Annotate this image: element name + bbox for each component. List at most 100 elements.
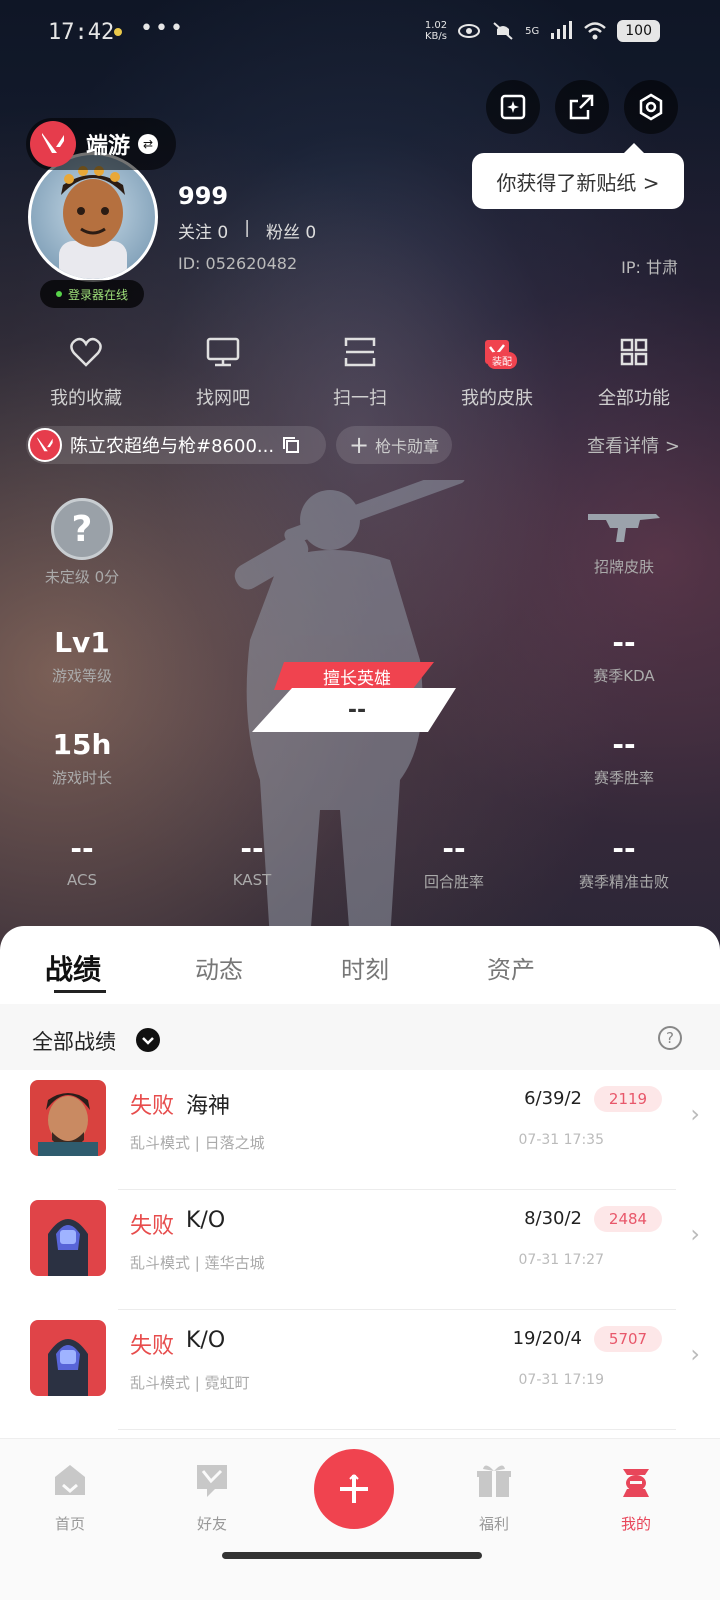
precision-kills-value: --: [612, 832, 636, 865]
battery-indicator: 100: [617, 20, 660, 42]
sticker-button[interactable]: [486, 80, 540, 134]
best-hero-banner[interactable]: 擅长英雄 --: [252, 660, 462, 734]
share-button[interactable]: [555, 80, 609, 134]
follow-divider: |: [244, 218, 250, 238]
match-row[interactable]: 失败 海神 乱斗模式 | 日落之城 6/39/2 2119 07-31 17:3…: [0, 1070, 720, 1190]
nav-friends[interactable]: 好友: [172, 1461, 252, 1534]
home-icon: [55, 1465, 85, 1495]
nav-label: 福利: [478, 1515, 509, 1533]
round-winrate-label: 回合胜率: [423, 873, 484, 891]
quick-menu-label: 我的皮肤: [461, 388, 533, 409]
match-mode-map: 乱斗模式 | 莲华古城: [130, 1254, 265, 1272]
tab-moments[interactable]: 时刻: [292, 926, 438, 1004]
tab-activity[interactable]: 动态: [146, 926, 292, 1004]
agent-thumbnail: [30, 1080, 106, 1156]
signal-icon: [551, 21, 573, 39]
game-name: 端游: [86, 134, 131, 159]
equip-badge: 装配: [487, 352, 517, 369]
gift-icon: [477, 1465, 511, 1497]
match-time: 07-31 17:27: [518, 1252, 604, 1268]
player-title-pill[interactable]: 陈立农超绝与枪#8600...: [26, 426, 326, 464]
precision-kills-stat: -- 赛季精准击败: [554, 832, 694, 892]
swap-icon: ⇄: [138, 134, 159, 154]
following-count[interactable]: 关注 0: [178, 218, 228, 243]
match-agent: K/O: [186, 1328, 226, 1353]
rank-label: 未定级 0分: [44, 568, 120, 586]
acs-value: --: [70, 832, 94, 865]
best-hero-value: --: [347, 698, 367, 723]
quick-menu-label: 找网吧: [196, 388, 250, 409]
match-row[interactable]: 失败 K/O 乱斗模式 | 霓虹町 19/20/4 5707 07-31 17:…: [0, 1310, 720, 1430]
status-icons: 1.02 KB/s 5G 100: [425, 20, 660, 42]
play-time-label: 游戏时长: [51, 769, 112, 787]
quick-menu-all-functions[interactable]: 全部功能: [568, 332, 700, 410]
season-winrate-value: --: [612, 728, 636, 761]
match-row[interactable]: 失败 K/O 乱斗模式 | 莲华古城 8/30/2 2484 07-31 17:…: [0, 1190, 720, 1310]
copy-icon[interactable]: [282, 436, 300, 454]
match-result: 失败: [130, 1214, 175, 1239]
match-score-badge: 5707: [594, 1326, 662, 1352]
user-id: ID: 052620482: [178, 254, 298, 273]
view-details-link[interactable]: 查看详情 >: [587, 432, 680, 458]
chevron-right-icon: ›: [690, 1100, 700, 1128]
match-mode-map: 乱斗模式 | 霓虹町: [130, 1374, 250, 1392]
valorant-logo-icon: [28, 428, 62, 462]
match-mode-map: 乱斗模式 | 日落之城: [130, 1134, 265, 1152]
ip-location: IP: 甘肃: [621, 258, 678, 277]
quick-menu-favorites[interactable]: 我的收藏: [20, 332, 152, 410]
valorant-logo-icon: [30, 121, 76, 167]
match-time: 07-31 17:19: [518, 1372, 604, 1388]
nav-label: 首页: [54, 1515, 85, 1533]
mute-icon: [493, 22, 513, 40]
quick-menu-internet-cafe[interactable]: 找网吧: [157, 332, 289, 410]
avatar-image: [59, 166, 127, 279]
nav-home[interactable]: 首页: [30, 1461, 110, 1534]
help-icon[interactable]: ?: [658, 1026, 682, 1050]
create-button[interactable]: [314, 1449, 394, 1529]
settings-button[interactable]: [624, 80, 678, 134]
chevron-right-icon: >: [664, 436, 680, 457]
grid-icon: [614, 332, 654, 372]
chevron-down-icon[interactable]: [136, 1028, 160, 1052]
match-result: 失败: [130, 1094, 175, 1119]
quick-menu: 我的收藏 找网吧 扫一扫 装配 我的皮肤 全部功能: [20, 332, 700, 410]
acs-stat: -- ACS: [12, 832, 152, 889]
view-details-label: 查看详情: [587, 436, 660, 457]
tab-assets[interactable]: 资产: [438, 926, 584, 1004]
skin-icon: 装配: [477, 332, 517, 372]
online-dot-icon: [55, 291, 62, 297]
quick-menu-label: 扫一扫: [333, 388, 387, 409]
share-icon: [569, 94, 594, 120]
chevron-right-icon: ›: [690, 1340, 700, 1368]
link-icon: [458, 24, 481, 38]
scan-icon: [340, 332, 380, 372]
notification-dot-icon: [114, 28, 122, 36]
quick-menu-skins[interactable]: 装配 我的皮肤: [431, 332, 563, 410]
nav-profile[interactable]: 我的: [596, 1461, 676, 1534]
level-label: 游戏等级: [51, 667, 112, 685]
heart-icon: [66, 332, 106, 372]
home-indicator[interactable]: [222, 1552, 482, 1559]
level-stat: Lv1 游戏等级: [12, 626, 152, 686]
wifi-icon: [584, 22, 607, 40]
followers-count[interactable]: 粉丝 0: [266, 218, 316, 243]
gun-card-badge-button[interactable]: + 枪卡勋章: [336, 426, 452, 464]
more-icon: •••: [140, 16, 185, 41]
match-score-badge: 2484: [594, 1206, 662, 1232]
rank-stat[interactable]: ? 未定级 0分: [12, 498, 152, 587]
kast-stat: -- KAST: [182, 832, 322, 889]
avatar[interactable]: [28, 152, 158, 282]
bottom-nav: 首页 好友 福利 我的: [0, 1438, 720, 1600]
follow-stats: 关注 0 | 粉丝 0: [178, 218, 316, 243]
play-time-value: 15h: [52, 728, 112, 761]
signature-skin-stat[interactable]: 招牌皮肤: [554, 498, 694, 577]
quick-menu-scan[interactable]: 扫一扫: [294, 332, 426, 410]
play-time-stat: 15h 游戏时长: [12, 728, 152, 788]
nav-benefits[interactable]: 福利: [454, 1461, 534, 1534]
status-time: 17:42: [48, 20, 115, 45]
match-kda: 8/30/2: [524, 1208, 582, 1229]
new-sticker-tooltip[interactable]: 你获得了新贴纸 >: [472, 143, 684, 209]
game-switcher[interactable]: 端游 ⇄: [26, 118, 176, 170]
records-filter-label[interactable]: 全部战绩: [32, 1026, 116, 1056]
profile-tabs: 战绩 动态 时刻 资产: [0, 926, 720, 1004]
